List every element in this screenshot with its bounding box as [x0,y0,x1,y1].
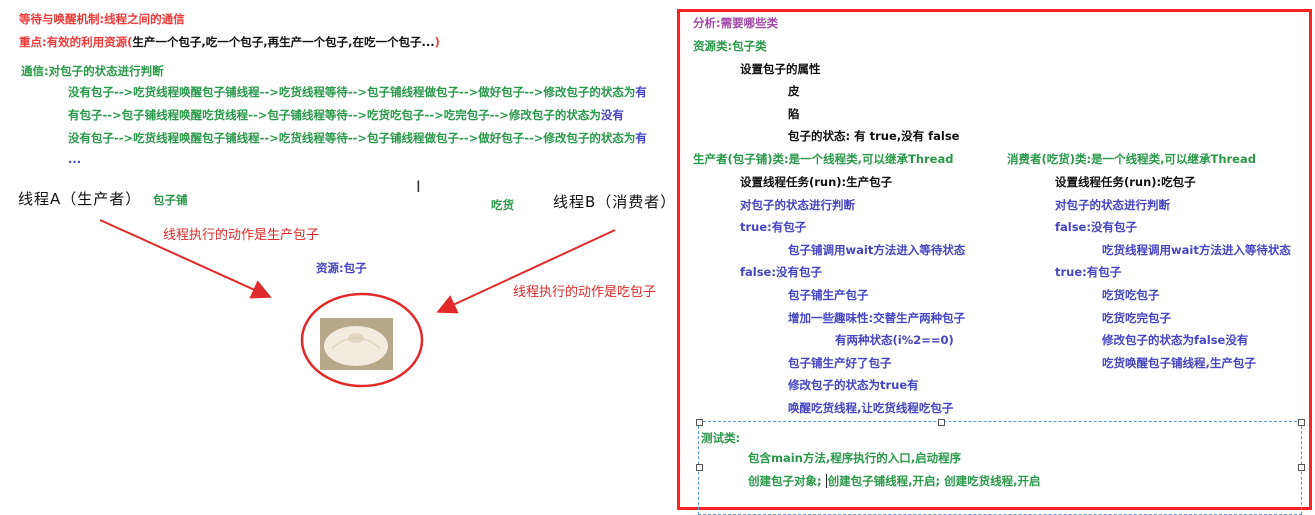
producer-step: 包子铺生产包子 [788,288,869,302]
arrow-producer [99,219,272,299]
producer-true: true:有包子 [740,220,807,234]
producer-true-action: 包子铺调用wait方法进入等待状态 [788,243,966,257]
producer-false: false:没有包子 [740,265,822,279]
test-create: 创建包子对象; 创建包子铺线程,开启; 创建吃货线程,开启 [748,474,1041,488]
producer-step: 修改包子的状态为true有 [788,378,919,392]
test-main: 包含main方法,程序执行的入口,启动程序 [748,451,962,465]
analysis-title: 分析:需要哪些类 [693,16,779,30]
consumer-step: 吃货吃完包子 [1102,311,1171,325]
test-create-prefix: 创建包子对象; [748,474,826,488]
bun-image-icon [320,318,393,370]
consumer-judge: 对包子的状态进行判断 [1055,198,1170,212]
test-class-textbox[interactable] [698,421,1302,515]
producer-task: 设置线程任务(run):生产包子 [740,175,893,189]
consumer-true: true:有包子 [1055,265,1122,279]
resize-handle[interactable] [696,464,703,471]
resize-handle[interactable] [1298,419,1305,426]
attr-skin: 皮 [788,84,800,98]
consumer-task: 设置线程任务(run):吃包子 [1055,175,1196,189]
resize-handle[interactable] [938,419,945,426]
attr-state: 包子的状态: 有 true,没有 false [788,129,960,143]
resize-handle[interactable] [1298,464,1305,471]
producer-title: 生产者(包子铺)类:是一个线程类,可以继承Thread [693,152,954,166]
producer-step: 唤醒吃货线程,让吃货线程吃包子 [788,401,954,415]
arrow-consumer [436,229,616,314]
consumer-step: 吃货唤醒包子铺线程,生产包子 [1102,356,1256,370]
diagram-graphics [99,219,616,388]
producer-step: 增加一些趣味性:交替生产两种包子 [788,311,966,325]
resource-class: 资源类:包子类 [693,39,767,53]
consumer-title: 消费者(吃货)类:是一个线程类,可以继承Thread [1007,152,1256,166]
test-title: 测试类: [701,431,741,445]
producer-judge: 对包子的状态进行判断 [740,198,855,212]
consumer-false: false:没有包子 [1055,220,1137,234]
set-attrs: 设置包子的属性 [740,62,821,76]
attr-filling: 陷 [788,107,800,121]
consumer-false-action: 吃货线程调用wait方法进入等待状态 [1102,243,1291,257]
producer-step: 包子铺生产好了包子 [788,356,892,370]
producer-step: 有两种状态(i%2==0) [835,333,954,347]
consumer-step: 吃货吃包子 [1102,288,1160,302]
resize-handle[interactable] [696,419,703,426]
consumer-step: 修改包子的状态为false没有 [1102,333,1249,347]
test-create-rest[interactable]: 创建包子铺线程,开启; 创建吃货线程,开启 [825,474,1041,488]
